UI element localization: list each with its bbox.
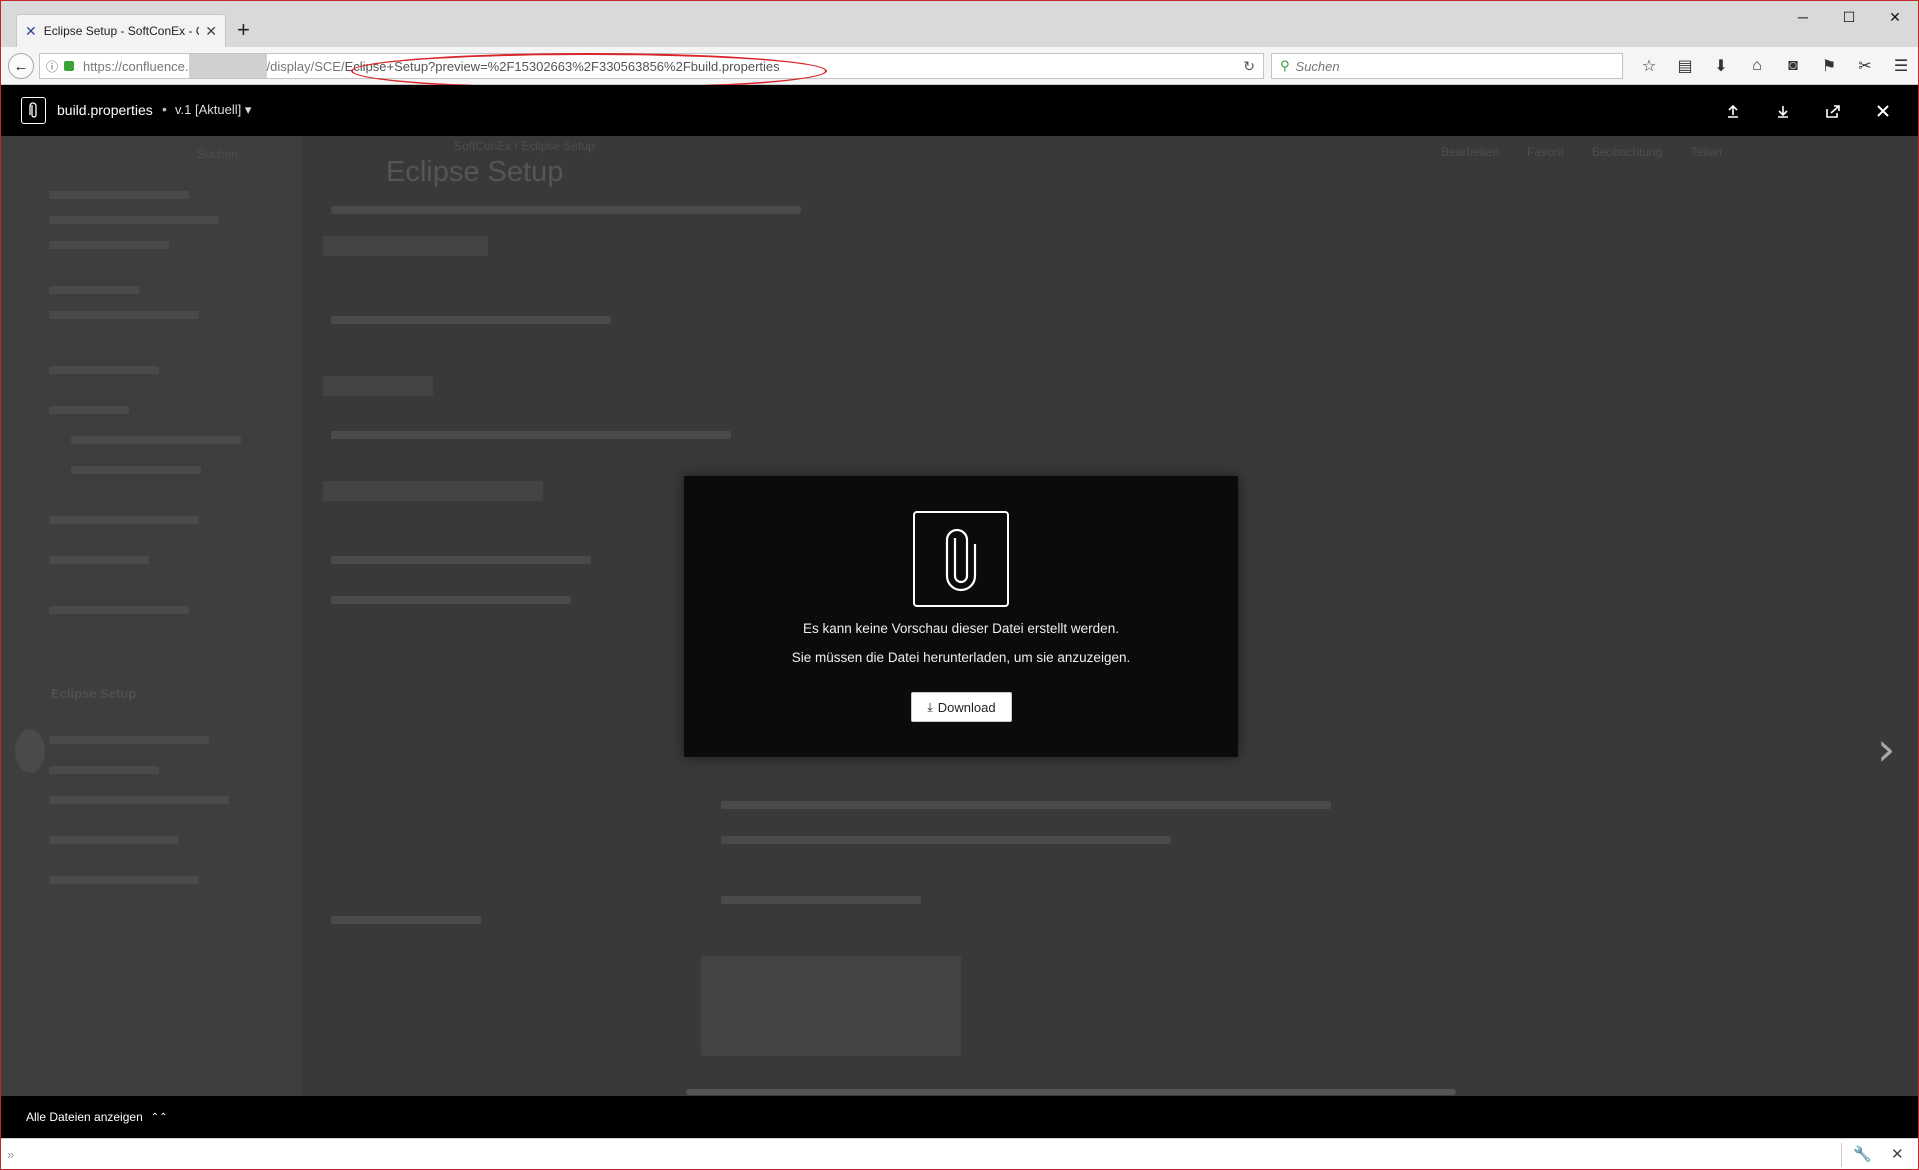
extension-icon[interactable]: ⚑ xyxy=(1811,53,1847,79)
paperclip-icon xyxy=(21,97,46,124)
search-placeholder: Suchen xyxy=(1295,58,1340,74)
screenshot-icon[interactable]: ✂ xyxy=(1847,53,1883,79)
toolbar-divider xyxy=(1841,1143,1842,1167)
window-controls: ─ ☐ ✕ xyxy=(1780,1,1918,33)
no-preview-dialog: Es kann keine Vorschau dieser Datei erst… xyxy=(684,476,1238,757)
tab-title: Eclipse Setup - SoftConEx - C xyxy=(43,24,200,38)
console-prompt-icon[interactable]: » xyxy=(7,1147,14,1162)
url-path: /display/SCE/ xyxy=(266,58,345,74)
home-icon[interactable]: ⌂ xyxy=(1739,53,1775,79)
download-icon[interactable]: ⬇ xyxy=(1703,53,1739,79)
share-icon[interactable] xyxy=(1808,97,1858,125)
bg-sidebar-title: Eclipse Setup xyxy=(51,686,137,701)
file-name: build.properties xyxy=(57,102,153,118)
maximize-button[interactable]: ☐ xyxy=(1826,1,1872,33)
navigation-bar: ← ⓘ https://confluence. /display/SCE/ Ec… xyxy=(1,47,1918,89)
back-button[interactable]: ← xyxy=(8,53,34,79)
close-toolbar-icon[interactable]: ✕ xyxy=(1891,1145,1904,1163)
download-arrow-icon: ⤓ xyxy=(927,699,933,714)
bookmark-star-icon[interactable]: ☆ xyxy=(1631,53,1667,79)
lock-icon xyxy=(64,61,75,71)
confluence-favicon-icon: ✕ xyxy=(25,22,37,39)
url-prefix: https://confluence. xyxy=(83,58,189,74)
bg-action-edit: Bearbeiten xyxy=(1441,145,1500,159)
bg-breadcrumb: SoftConEx / Eclipse Setup xyxy=(454,139,595,153)
search-bar[interactable]: ⚲ Suchen xyxy=(1271,53,1623,79)
close-viewer-icon[interactable] xyxy=(1858,97,1908,125)
viewer-actions xyxy=(1708,97,1908,125)
browser-toolbar: ☆ ▤ ⬇ ⌂ ◙ ⚑ ✂ ☰ xyxy=(1631,53,1918,79)
reading-list-icon[interactable]: ▤ xyxy=(1667,53,1703,79)
wrench-icon[interactable]: 🔧 xyxy=(1853,1145,1872,1163)
reload-icon[interactable]: ↻ xyxy=(1243,58,1255,75)
download-button-label: Download xyxy=(937,699,996,715)
file-viewer-footer: Alle Dateien anzeigen ⌃⌃ xyxy=(1,1089,1918,1138)
bg-action-share: Teilen xyxy=(1690,145,1722,159)
arrow-left-icon: ← xyxy=(13,57,29,75)
paperclip-icon xyxy=(913,511,1009,607)
search-engine-icon: ⚲ xyxy=(1280,58,1290,73)
bg-page-title: Eclipse Setup xyxy=(386,156,564,188)
bg-action-watch: Beobachtung xyxy=(1591,145,1663,159)
version-dropdown[interactable]: v.1 [Aktuell] ▾ xyxy=(175,102,251,118)
new-tab-button[interactable]: + xyxy=(237,19,250,41)
annotation-ellipse xyxy=(351,53,827,89)
developer-toolbar: » 🔧 ✕ xyxy=(1,1138,1918,1169)
minimize-button[interactable]: ─ xyxy=(1780,1,1826,33)
bg-sidebar: Suchen Eclipse Setup xyxy=(1,136,301,1096)
no-preview-message: Es kann keine Vorschau dieser Datei erst… xyxy=(803,621,1119,636)
show-all-files-toggle[interactable]: Alle Dateien anzeigen ⌃⌃ xyxy=(26,1110,168,1124)
file-separator: • xyxy=(162,101,167,117)
browser-tab[interactable]: ✕ Eclipse Setup - SoftConEx - C ✕ xyxy=(16,14,226,47)
bg-page-actions: Bearbeiten Favorit Beobachtung Teilen xyxy=(1441,145,1750,159)
menu-icon[interactable]: ☰ xyxy=(1883,53,1918,79)
upload-icon[interactable] xyxy=(1708,97,1758,125)
next-file-chevron-icon[interactable]: › xyxy=(1877,726,1895,772)
info-icon[interactable]: ⓘ xyxy=(46,58,58,75)
file-viewer-header: build.properties • v.1 [Aktuell] ▾ xyxy=(1,85,1918,136)
download-hint-message: Sie müssen die Datei herunterladen, um s… xyxy=(791,650,1131,665)
close-window-button[interactable]: ✕ xyxy=(1872,1,1918,33)
tab-strip: ✕ Eclipse Setup - SoftConEx - C ✕ + ─ ☐ … xyxy=(1,1,1918,47)
download-button[interactable]: ⤓ Download xyxy=(911,692,1012,722)
url-redaction xyxy=(188,54,267,78)
bg-sidebar-search: Suchen xyxy=(197,147,238,161)
tab-close-icon[interactable]: ✕ xyxy=(205,23,217,40)
previous-file-button[interactable] xyxy=(15,729,45,773)
bg-action-favorite: Favorit xyxy=(1527,145,1564,159)
download-file-icon[interactable] xyxy=(1758,97,1808,125)
browser-window: ✕ Eclipse Setup - SoftConEx - C ✕ + ─ ☐ … xyxy=(0,0,1919,1170)
chevron-up-icon: ⌃⌃ xyxy=(150,1111,168,1123)
show-all-files-label: Alle Dateien anzeigen xyxy=(26,1110,143,1124)
horizontal-scrollbar[interactable] xyxy=(686,1089,1456,1095)
pocket-icon[interactable]: ◙ xyxy=(1775,53,1811,79)
